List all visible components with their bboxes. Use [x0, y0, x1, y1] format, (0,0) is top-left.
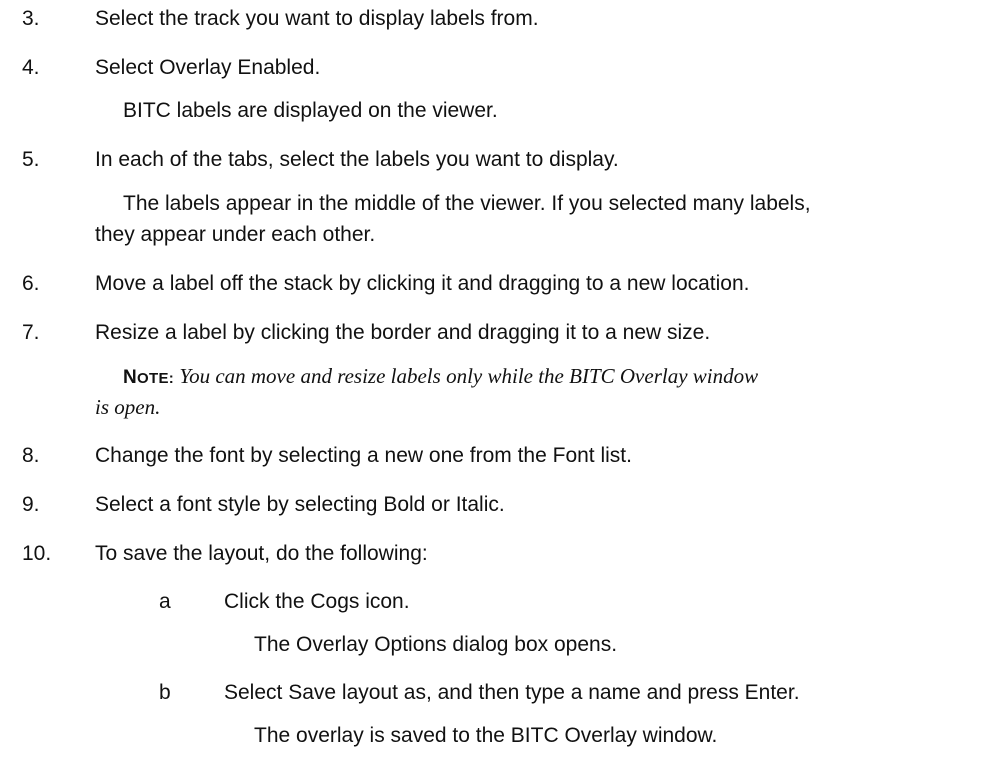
- substep-text: Select Save layout as, and then type a n…: [224, 681, 800, 704]
- substep-letter: b: [159, 681, 171, 704]
- note-text: You can move and resize labels only whil…: [179, 364, 759, 388]
- step-number: 5.: [22, 148, 40, 171]
- step-number: 6.: [22, 272, 40, 295]
- document-page: { "steps": [ { "number": "3.", "text": "…: [0, 0, 1006, 761]
- step-number: 4.: [22, 56, 40, 79]
- step-text: Move a label off the stack by clicking i…: [95, 272, 750, 295]
- step-number: 8.: [22, 444, 40, 467]
- step-number: 7.: [22, 321, 40, 344]
- step-text: Select the track you want to display lab…: [95, 7, 539, 30]
- step-number: 3.: [22, 7, 40, 30]
- step-text: Resize a label by clicking the border an…: [95, 321, 711, 344]
- step-result-continued: they appear under each other.: [95, 223, 376, 246]
- step-text: Select a font style by selecting Bold or…: [95, 493, 505, 516]
- step-number: 10.: [22, 542, 52, 565]
- substep-text: Click the Cogs icon.: [224, 590, 410, 613]
- note: NOTE: You can move and resize labels onl…: [123, 361, 758, 394]
- step-text: To save the layout, do the following:: [95, 542, 428, 565]
- substep-result: The Overlay Options dialog box opens.: [254, 633, 618, 656]
- substep-letter: a: [159, 590, 171, 613]
- substep-result: The overlay is saved to the BITC Overlay…: [254, 724, 718, 747]
- step-text: Change the font by selecting a new one f…: [95, 444, 632, 467]
- step-result: The labels appear in the middle of the v…: [123, 192, 811, 215]
- step-text: Select Overlay Enabled.: [95, 56, 321, 79]
- step-text: In each of the tabs, select the labels y…: [95, 148, 619, 171]
- note-label: NOTE:: [123, 367, 175, 388]
- note-text-continued: is open.: [95, 395, 161, 419]
- step-result: BITC labels are displayed on the viewer.: [123, 99, 498, 122]
- step-number: 9.: [22, 493, 40, 516]
